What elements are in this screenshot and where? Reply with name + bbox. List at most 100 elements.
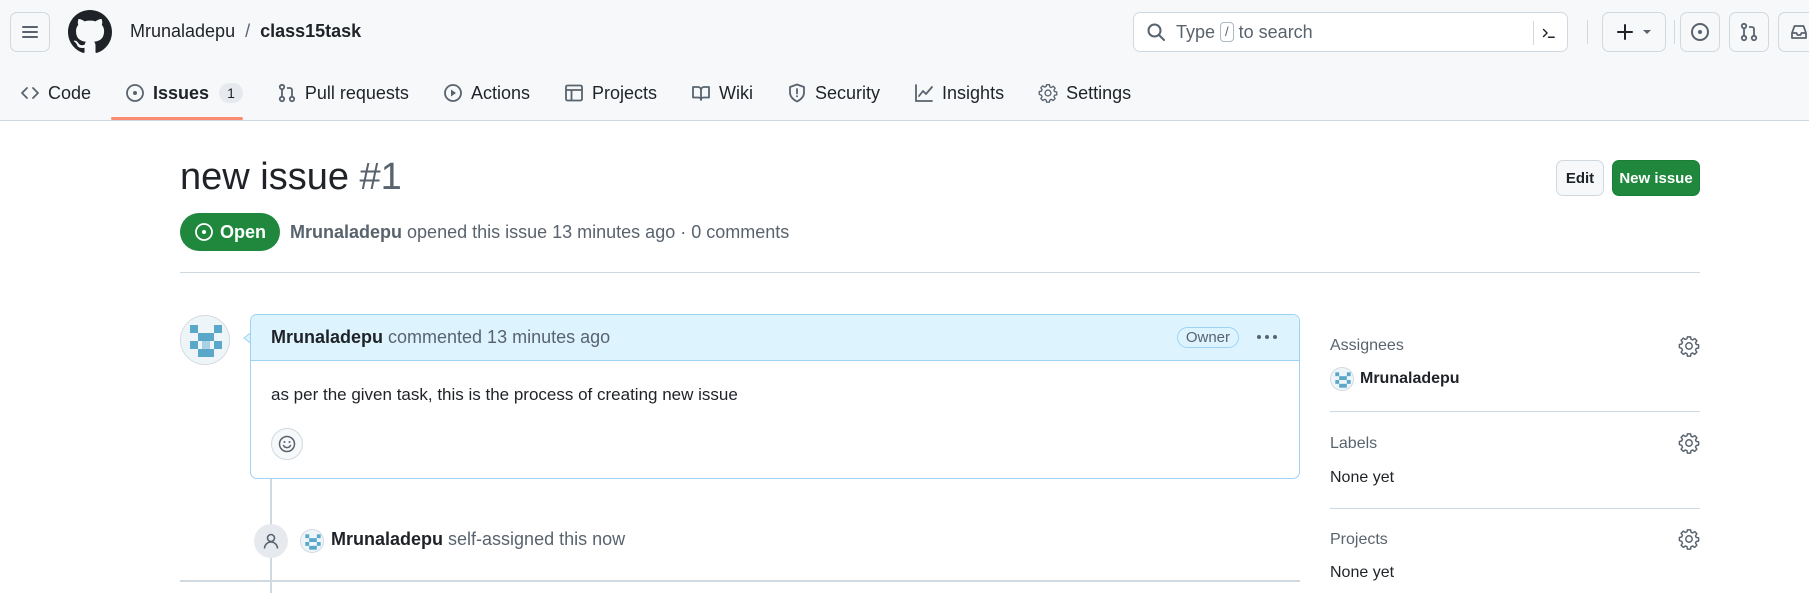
tab-pull-requests[interactable]: Pull requests [257,70,423,116]
status-badge: Open [180,213,280,251]
play-icon [444,84,462,102]
inbox-icon [1790,25,1807,39]
title-divider [180,272,1700,273]
identicon-avatar-icon [301,530,323,552]
tab-label: Pull requests [304,82,409,103]
timeline-event: Mrunaladepu self-assigned this now [331,529,625,550]
tab-code[interactable]: Code [0,70,105,116]
breadcrumb-separator: / [245,21,251,41]
breadcrumb-repo[interactable]: class15task [260,21,361,42]
sidebar-divider [1330,411,1700,412]
issue-number: #1 [359,156,402,198]
timeline-divider [180,580,1300,582]
labels-heading: Labels [1330,435,1378,452]
event-description: self-assigned this now [448,529,626,549]
avatar[interactable] [300,529,324,553]
hamburger-icon [22,26,38,38]
labels-value: None yet [1330,469,1395,486]
issues-shortcut-button[interactable] [1680,12,1720,52]
table-icon [565,84,583,102]
tab-label: Security [815,82,881,103]
issue-opened-icon [195,223,213,241]
issue-title-text: new issue [180,156,349,198]
tab-label: Code [48,82,92,103]
pull-requests-shortcut-button[interactable] [1729,12,1769,52]
avatar[interactable] [1330,367,1354,391]
github-logo-icon[interactable] [68,10,112,54]
assignees-heading: Assignees [1330,337,1404,354]
assignee-name[interactable]: Mrunaladepu [1360,370,1460,388]
shield-icon [789,83,805,103]
comment-time[interactable]: commented 13 minutes ago [388,327,610,348]
command-palette-icon[interactable] [1533,21,1557,45]
tab-label: Wiki [719,82,753,103]
tab-label: Actions [470,82,530,103]
kebab-horizontal-icon[interactable] [1255,327,1279,347]
code-icon [21,87,39,99]
person-event-badge [254,524,288,558]
person-icon [263,533,279,549]
issue-meta: Mrunaladepu opened this issue 13 minutes… [290,222,789,243]
tab-label: Settings [1066,82,1132,103]
status-label: Open [219,221,266,242]
repo-header: Mrunaladepu / class15task Type / to sear… [0,0,1809,121]
projects-value: None yet [1330,564,1395,581]
plus-icon [1617,24,1633,40]
gear-icon[interactable] [1678,432,1700,454]
menu-button[interactable] [10,12,50,52]
tab-projects[interactable]: Projects [544,70,671,116]
tab-issues[interactable]: Issues 1 [105,70,257,116]
identicon-avatar-icon [1331,368,1353,390]
repo-nav-tabs: Code Issues 1 Pull requests Actions Proj… [0,70,1145,121]
avatar[interactable] [180,315,230,365]
edit-button[interactable]: Edit [1556,160,1604,196]
issue-author-link[interactable]: Mrunaladepu [290,222,402,242]
gear-icon[interactable] [1678,528,1700,550]
create-new-button[interactable] [1602,12,1666,52]
tab-insights[interactable]: Insights [894,70,1018,116]
search-shortcut-key: / [1220,22,1234,42]
owner-badge: Owner [1176,327,1239,348]
sidebar-divider [1330,508,1700,509]
event-actor-link[interactable]: Mrunaladepu [331,529,443,549]
breadcrumb-owner[interactable]: Mrunaladepu [130,21,235,42]
header-divider [1674,20,1675,44]
git-pull-request-icon [1740,22,1758,42]
comment-body: as per the given task, this is the proce… [271,385,738,404]
inbox-button[interactable] [1778,12,1809,52]
comment-header: Mrunaladepu commented 13 minutes ago Own… [251,315,1299,361]
issue-opened-icon [126,84,144,102]
tab-label: Insights [942,82,1005,103]
issue-opened-icon [1691,23,1709,41]
search-icon [1147,23,1165,41]
issue-meta-text: opened this issue 13 minutes ago · 0 com… [407,222,790,242]
breadcrumb: Mrunaladepu / class15task [130,21,361,42]
comment-box: Mrunaladepu commented 13 minutes ago Own… [250,314,1300,479]
tab-security[interactable]: Security [767,70,894,116]
active-tab-indicator [111,117,243,120]
tab-wiki[interactable]: Wiki [671,70,767,116]
tab-actions[interactable]: Actions [423,70,544,116]
comment-author-link[interactable]: Mrunaladepu [271,327,383,348]
issues-count-badge: 1 [219,83,243,103]
projects-heading: Projects [1330,531,1388,548]
new-issue-button[interactable]: New issue [1612,160,1700,196]
git-pull-request-icon [278,83,295,103]
gear-icon[interactable] [1678,335,1700,357]
search-suffix: to search [1238,21,1313,42]
search-input[interactable]: Type / to search [1133,12,1568,52]
tab-settings[interactable]: Settings [1018,70,1145,116]
identicon-avatar-icon [181,316,229,364]
add-reaction-button[interactable] [271,428,303,460]
smiley-icon [278,435,296,453]
issue-title: new issue #1 [180,156,402,199]
header-divider [1587,20,1588,44]
book-icon [692,86,710,101]
chevron-down-icon [1643,30,1651,34]
tab-label: Issues [153,82,210,103]
search-prefix: Type [1176,21,1216,42]
gear-icon [1038,84,1058,103]
graph-icon [915,84,933,102]
assignee-name-text: Mrunaladepu [1360,370,1460,387]
tab-label: Projects [591,82,657,103]
